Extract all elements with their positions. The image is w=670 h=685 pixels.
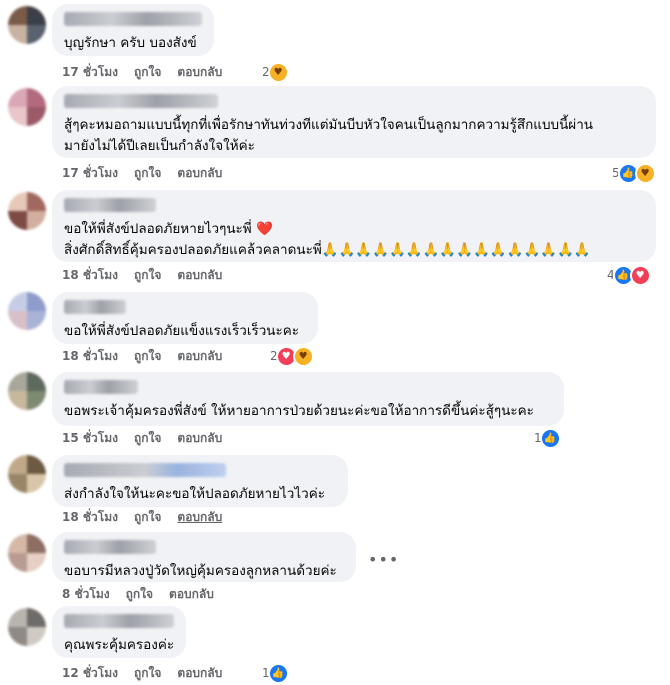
avatar[interactable] (8, 608, 46, 646)
comment-bubble: สู้ๆคะหมอถามแบบนี้ทุกที่เพื่อรักษาทันท่ว… (52, 86, 656, 158)
comment-text: สู้ๆคะหมอถามแบบนี้ทุกที่เพื่อรักษาทันท่ว… (64, 117, 594, 133)
reply-button[interactable]: ตอบกลับ (177, 508, 222, 527)
comment-text-line: สิ่งศักดิ์สิทธิ์คุ้มครองปลอดภัยแคล้วคลาด… (64, 242, 591, 258)
comment-actions: 18 ชั่วโมง ถูกใจ ตอบกลับ (62, 265, 222, 285)
comment-bubble: ขอให้พี่สังข์ปลอดภัยแข็งแรงเร็วเร็วนะคะ (52, 292, 318, 344)
like-reaction-icon: 👍 (539, 427, 561, 449)
comment-text: ส่งกำลังใจให้นะคะขอให้ปลอดภัยหายไวไวค่ะ (64, 486, 325, 502)
comment-bubble: คุณพระคุ้มครองค่ะ (52, 606, 186, 658)
comment-text: ขอบารมีหลวงปู่วัดใหญ่คุ้มครองลูกหลานด้วย… (64, 563, 337, 579)
like-button[interactable]: ถูกใจ (126, 585, 153, 604)
comment-text: สิ่งศักดิ์สิทธิ์คุ้มครองปลอดภัยแคล้วคลาด… (64, 240, 644, 261)
comment-actions: 17 ชั่วโมง ถูกใจ ตอบกลับ (62, 62, 222, 82)
commenter-name-redacted[interactable] (64, 614, 174, 628)
like-button[interactable]: ถูกใจ (134, 266, 161, 285)
avatar[interactable] (8, 192, 46, 230)
comment-time[interactable]: 12 ชั่วโมง (62, 664, 118, 683)
comment-text: คุณพระคุ้มครองค่ะ (64, 637, 175, 653)
comment-actions: 18 ชั่วโมง ถูกใจ ตอบกลับ (62, 346, 222, 366)
commenter-name-redacted[interactable] (64, 540, 156, 554)
like-button[interactable]: ถูกใจ (134, 429, 161, 448)
reaction-summary[interactable]: 2 ♥ ♥ (270, 345, 314, 367)
avatar[interactable] (8, 455, 46, 493)
reaction-summary[interactable]: 2 ♥ (262, 61, 289, 83)
like-button[interactable]: ถูกใจ (134, 347, 161, 366)
comment-actions: 18 ชั่วโมง ถูกใจ ตอบกลับ (62, 507, 222, 527)
reaction-summary[interactable]: 5 👍 ♥ (612, 162, 656, 184)
comment-time[interactable]: 18 ชั่วโมง (62, 508, 118, 527)
care-reaction-icon: ♥ (292, 345, 314, 367)
like-button[interactable]: ถูกใจ (134, 508, 161, 527)
avatar[interactable] (8, 372, 46, 410)
commenter-name-redacted[interactable] (64, 380, 138, 394)
reply-button[interactable]: ตอบกลับ (177, 347, 222, 366)
heart-reaction-icon: ♥ (629, 264, 651, 286)
commenter-name-redacted[interactable] (64, 463, 226, 477)
comment-text: ขอให้พี่สังข์ปลอดภัยแข็งแรงเร็วเร็วนะคะ (64, 323, 300, 339)
avatar[interactable] (8, 88, 46, 126)
comment-text: ขอให้พี่สังข์ปลอดภัยหายไวๆนะพี่ ❤️ (64, 219, 644, 240)
commenter-name-redacted[interactable] (64, 12, 202, 26)
reply-button[interactable]: ตอบกลับ (177, 164, 222, 183)
reply-button[interactable]: ตอบกลับ (177, 266, 222, 285)
avatar[interactable] (8, 292, 46, 330)
care-reaction-icon: ♥ (267, 61, 289, 83)
comment-time[interactable]: 15 ชั่วโมง (62, 429, 118, 448)
commenter-name-redacted[interactable] (64, 94, 218, 108)
reply-button[interactable]: ตอบกลับ (177, 664, 222, 683)
comment-time[interactable]: 18 ชั่วโมง (62, 347, 118, 366)
comment-actions: 15 ชั่วโมง ถูกใจ ตอบกลับ (62, 428, 222, 448)
comment-text: บุญรักษา ครับ บองสังข์ (64, 35, 197, 51)
comment-text-line: ขอให้พี่สังข์ปลอดภัยหายไวๆนะพี่ ❤️ (64, 221, 273, 237)
like-button[interactable]: ถูกใจ (134, 664, 161, 683)
comment-actions: 8 ชั่วโมง ถูกใจ ตอบกลับ (62, 584, 214, 604)
comment-actions: 12 ชั่วโมง ถูกใจ ตอบกลับ (62, 663, 222, 683)
like-button[interactable]: ถูกใจ (134, 63, 161, 82)
comment-text: ขอพระเจ้าคุ้มครองพี่สังข์ ให้หายอาการป่ว… (64, 403, 534, 419)
comment-time[interactable]: 18 ชั่วโมง (62, 266, 118, 285)
comment-bubble: ขอให้พี่สังข์ปลอดภัยหายไวๆนะพี่ ❤️ สิ่งศ… (52, 190, 656, 262)
like-reaction-icon: 👍 (267, 662, 289, 684)
reaction-summary[interactable]: 4 👍 ♥ (607, 264, 651, 286)
avatar[interactable] (8, 6, 46, 44)
comment-actions: 17 ชั่วโมง ถูกใจ ตอบกลับ (62, 163, 222, 183)
reaction-summary[interactable]: 1 👍 (534, 427, 561, 449)
avatar[interactable] (8, 534, 46, 572)
reply-button[interactable]: ตอบกลับ (177, 63, 222, 82)
comment-bubble: ขอพระเจ้าคุ้มครองพี่สังข์ ให้หายอาการป่ว… (52, 372, 564, 426)
comment-bubble: บุญรักษา ครับ บองสังข์ (52, 4, 214, 56)
more-options-icon[interactable]: ••• (368, 550, 399, 569)
comment-time[interactable]: 17 ชั่วโมง (62, 63, 118, 82)
reply-button[interactable]: ตอบกลับ (169, 585, 214, 604)
comment-time[interactable]: 17 ชั่วโมง (62, 164, 118, 183)
comment-time[interactable]: 8 ชั่วโมง (62, 585, 110, 604)
reply-button[interactable]: ตอบกลับ (177, 429, 222, 448)
comment-bubble: ขอบารมีหลวงปู่วัดใหญ่คุ้มครองลูกหลานด้วย… (52, 532, 356, 582)
commenter-name-redacted[interactable] (64, 198, 156, 212)
reaction-summary[interactable]: 1 👍 (262, 662, 289, 684)
commenter-name-redacted[interactable] (64, 300, 126, 314)
care-reaction-icon: ♥ (634, 162, 656, 184)
comment-bubble: ส่งกำลังใจให้นะคะขอให้ปลอดภัยหายไวไวค่ะ (52, 455, 348, 507)
like-button[interactable]: ถูกใจ (134, 164, 161, 183)
comment-text: มายังไม่ได้ปีเลยเป็นกำลังใจให้ค่ะ (64, 138, 255, 154)
